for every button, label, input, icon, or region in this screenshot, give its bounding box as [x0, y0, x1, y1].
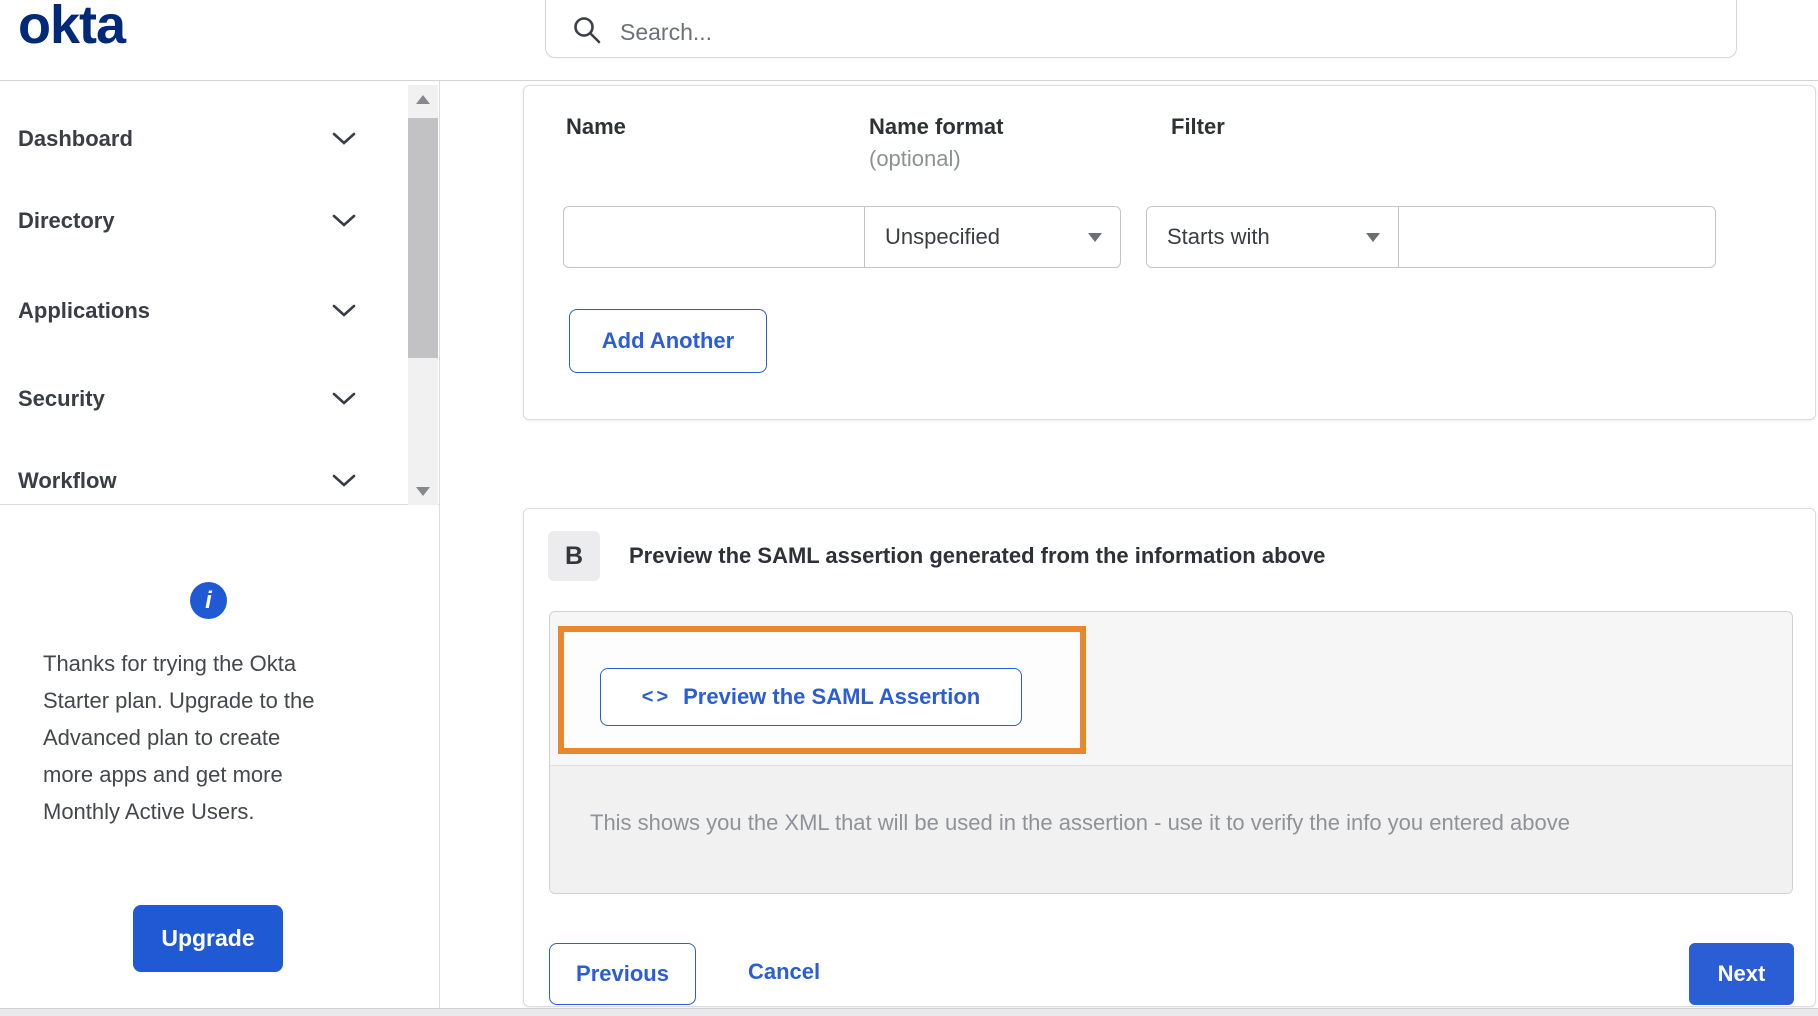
name-format-column-header: Name format [869, 114, 1004, 139]
scroll-down-icon [416, 486, 430, 496]
scroll-up-button[interactable] [408, 85, 438, 113]
preview-saml-assertion-button[interactable]: <> Preview the SAML Assertion [600, 668, 1022, 726]
chevron-down-icon [332, 132, 356, 145]
sidebar-nav: Dashboard Directory Applications Securit… [0, 81, 440, 505]
code-brackets-icon: <> [641, 685, 672, 708]
add-another-button[interactable]: Add Another [569, 309, 767, 373]
sidebar-item-label: Applications [18, 298, 151, 323]
sidebar-item-label: Dashboard [18, 126, 133, 151]
sidebar-item-workflow[interactable]: Workflow [0, 453, 400, 509]
previous-button[interactable]: Previous [549, 943, 696, 1005]
preview-panel: <> Preview the SAML Assertion This shows… [549, 611, 1793, 894]
trial-notice-text: Thanks for trying the Okta Starter plan.… [43, 651, 315, 824]
preview-saml-card: B Preview the SAML assertion generated f… [523, 508, 1816, 1007]
filter-value-input[interactable] [1398, 206, 1716, 268]
attribute-statements-card: Name Name format (optional) Filter Unspe… [523, 85, 1816, 420]
scroll-up-icon [416, 94, 430, 104]
sidebar-item-directory[interactable]: Directory [0, 193, 400, 249]
preview-section-title: Preview the SAML assertion generated fro… [629, 543, 1326, 568]
chevron-down-icon [332, 474, 356, 487]
name-format-optional-label: (optional) [869, 146, 961, 171]
preview-description: This shows you the XML that will be used… [590, 810, 1570, 835]
viewport-bottom-edge [0, 1008, 1818, 1016]
name-format-select[interactable]: Unspecified [864, 206, 1121, 268]
filter-type-select[interactable]: Starts with [1146, 206, 1398, 268]
attribute-name-input[interactable] [563, 206, 864, 268]
sidebar-item-label: Workflow [18, 468, 117, 493]
upgrade-button[interactable]: Upgrade [133, 905, 283, 972]
scrollbar-thumb[interactable] [408, 118, 438, 358]
preview-button-label: Preview the SAML Assertion [683, 684, 981, 709]
sidebar-item-applications[interactable]: Applications [0, 283, 400, 339]
info-icon: i [190, 582, 227, 619]
filter-type-selected-value: Starts with [1167, 224, 1270, 249]
next-button[interactable]: Next [1689, 943, 1794, 1005]
filter-column-header: Filter [1171, 114, 1225, 139]
sidebar: Dashboard Directory Applications Securit… [0, 81, 440, 1008]
sidebar-item-security[interactable]: Security [0, 371, 400, 427]
scroll-down-button[interactable] [408, 477, 438, 505]
chevron-down-icon [332, 392, 356, 405]
okta-admin-page: okta Dashboard Directory Applications [0, 0, 1818, 1016]
name-column-header: Name [566, 114, 626, 139]
dropdown-caret-icon [1088, 232, 1102, 242]
okta-logo: okta [18, 0, 126, 55]
preview-panel-footer: This shows you the XML that will be used… [550, 765, 1792, 893]
search-input[interactable] [618, 18, 1718, 47]
step-b-badge: B [548, 531, 600, 581]
cancel-link[interactable]: Cancel [748, 959, 820, 985]
search-icon [574, 17, 601, 44]
name-format-selected-value: Unspecified [885, 224, 1000, 249]
sidebar-scrollbar[interactable] [408, 85, 438, 505]
dropdown-caret-icon [1366, 232, 1380, 242]
highlight-annotation-box: <> Preview the SAML Assertion [558, 626, 1086, 754]
chevron-down-icon [332, 214, 356, 227]
sidebar-item-dashboard[interactable]: Dashboard [0, 111, 400, 167]
global-search[interactable] [545, 0, 1737, 58]
sidebar-item-label: Directory [18, 208, 115, 233]
chevron-down-icon [332, 304, 356, 317]
sidebar-item-label: Security [18, 386, 105, 411]
